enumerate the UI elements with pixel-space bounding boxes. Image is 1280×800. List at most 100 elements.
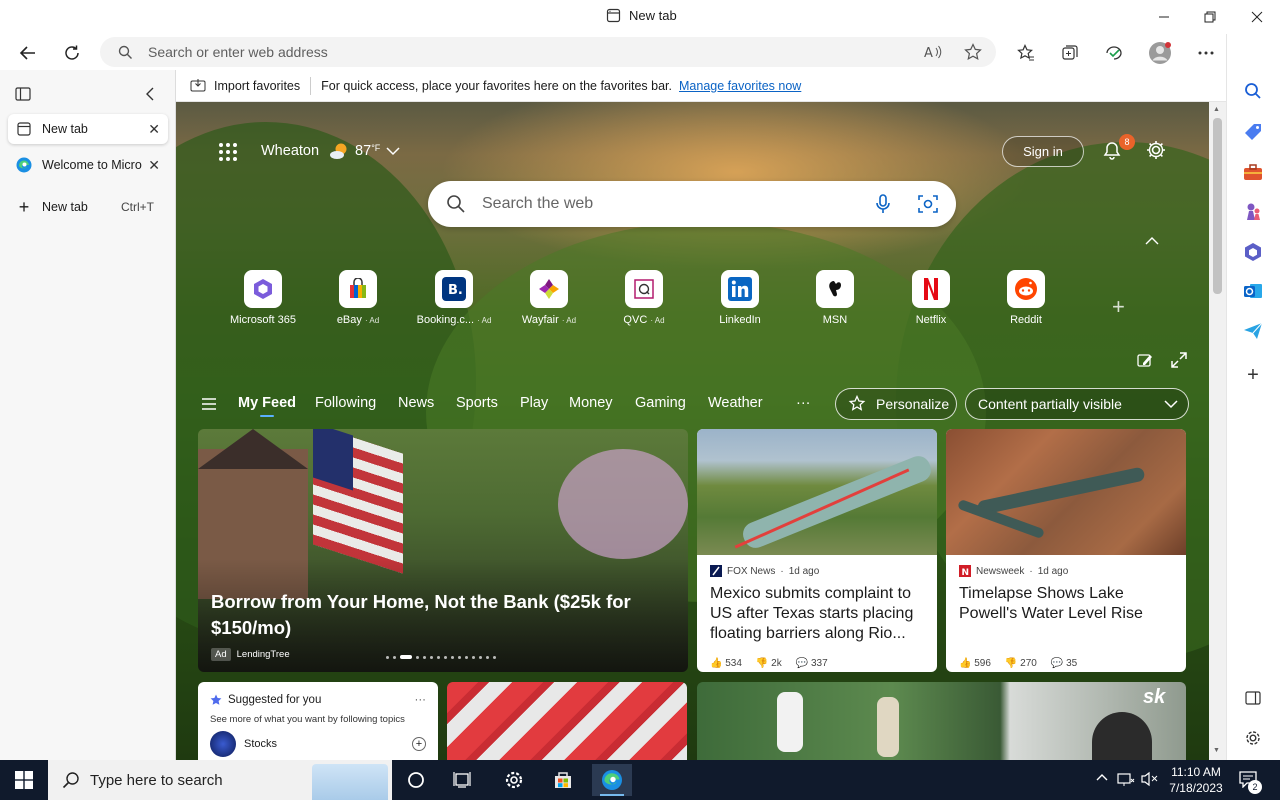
feed-menu-icon[interactable] [202, 398, 216, 410]
microphone-icon[interactable] [876, 194, 890, 214]
more-options-icon[interactable]: ··· [415, 694, 427, 706]
close-tab-icon[interactable]: ✕ [148, 157, 160, 174]
minimize-button[interactable] [1150, 6, 1178, 28]
comments-button[interactable]: 💬 337 [796, 658, 828, 669]
sidebar-settings-gear-icon[interactable] [1239, 724, 1267, 752]
scroll-down-arrow-icon[interactable]: ▼ [1213, 747, 1220, 754]
new-tab-button[interactable]: + New tab Ctrl+T [8, 192, 168, 222]
personalize-button[interactable]: Personalize [835, 388, 957, 420]
tab-page-icon [606, 8, 621, 23]
microsoft-365-sidebar-icon[interactable] [1239, 238, 1267, 266]
show-hidden-icons-chevron[interactable] [1096, 773, 1108, 781]
import-favorites-button[interactable]: Import favorites [190, 78, 300, 93]
money-image-card[interactable] [447, 682, 687, 760]
manage-favorites-link[interactable]: Manage favorites now [679, 79, 801, 93]
taskbar-search-box[interactable]: Type here to search [48, 760, 392, 800]
add-shortcut-plus-icon[interactable]: + [1112, 294, 1125, 320]
edge-taskbar-icon[interactable] [592, 764, 632, 796]
tab-new-tab[interactable]: New tab ✕ [8, 114, 168, 144]
news-card[interactable]: FOX News · 1d ago Mexico submits complaint… [697, 429, 937, 672]
taskbar-clock[interactable]: 11:10 AM 7/18/2023 [1164, 764, 1228, 796]
send-drop-icon[interactable] [1239, 317, 1267, 345]
topic-row[interactable]: Stocks + [198, 725, 438, 757]
tab-welcome[interactable]: Welcome to Micro ✕ [8, 150, 168, 180]
task-view-icon[interactable] [443, 764, 483, 796]
shortcut-booking[interactable]: B. Booking.c... · Ad [408, 270, 500, 326]
shortcut-ad-tag: · Ad [477, 316, 492, 325]
tools-briefcase-icon[interactable] [1239, 158, 1267, 186]
follow-topic-plus-icon[interactable]: + [412, 737, 426, 751]
feed-tab-gaming[interactable]: Gaming [635, 395, 686, 411]
shortcut-qvc[interactable]: QVC · Ad [598, 270, 690, 326]
maximize-button[interactable] [1196, 6, 1224, 28]
shortcut-ebay[interactable]: eBay · Ad [312, 270, 404, 326]
edit-background-icon[interactable] [1137, 352, 1153, 368]
dislike-button[interactable]: 👎 270 [1005, 658, 1037, 669]
visual-search-icon[interactable] [918, 194, 938, 214]
favorite-star-icon[interactable] [964, 43, 982, 61]
profile-avatar[interactable] [1145, 38, 1175, 68]
carousel-dots[interactable] [386, 655, 496, 659]
feed-tab-news[interactable]: News [398, 395, 434, 411]
add-sidebar-app-plus-icon[interactable]: + [1239, 361, 1267, 389]
feed-tab-sports[interactable]: Sports [456, 395, 498, 411]
shopping-tag-icon[interactable] [1239, 118, 1267, 146]
feed-tab-weather[interactable]: Weather [708, 395, 763, 411]
news-source: FOX News [727, 565, 776, 577]
feed-tab-play[interactable]: Play [520, 395, 548, 411]
collections-button[interactable] [1055, 38, 1085, 68]
news-card[interactable]: N Newsweek · 1d ago Timelapse Shows Lake Po… [946, 429, 1186, 672]
collapse-pane-button[interactable] [145, 87, 155, 101]
page-scrollbar[interactable]: ▲ ▼ [1209, 102, 1226, 760]
outlook-icon[interactable] [1239, 277, 1267, 305]
shortcut-wayfair[interactable]: Wayfair · Ad [503, 270, 595, 326]
read-aloud-icon[interactable]: A [924, 44, 942, 60]
close-window-button[interactable] [1243, 6, 1271, 28]
feed-tab-my-feed[interactable]: My Feed [238, 395, 296, 417]
suggested-for-you-card[interactable]: Suggested for you ··· See more of what y… [198, 682, 438, 760]
shortcut-microsoft-365[interactable]: Microsoft 365 [217, 270, 309, 326]
shortcut-msn[interactable]: MSN [789, 270, 881, 326]
network-icon[interactable] [1117, 771, 1135, 787]
settings-app-icon[interactable] [494, 764, 534, 796]
games-chess-icon[interactable] [1239, 198, 1267, 226]
like-button[interactable]: 👍 534 [710, 658, 742, 669]
feed-tab-following[interactable]: Following [315, 395, 376, 411]
sports-video-card[interactable]: sk [697, 682, 1186, 760]
weather-widget[interactable]: Wheaton 87 °F [261, 142, 400, 160]
refresh-button[interactable] [57, 38, 87, 68]
feed-tab-money[interactable]: Money [569, 395, 613, 411]
shortcut-netflix[interactable]: Netflix [885, 270, 977, 326]
like-button[interactable]: 👍 596 [959, 658, 991, 669]
dislike-button[interactable]: 👎 2k [756, 658, 782, 669]
sign-in-button[interactable]: Sign in [1002, 136, 1084, 167]
hero-ad-card[interactable]: Borrow from Your Home, Not the Bank ($25… [198, 429, 688, 672]
page-settings-gear-icon[interactable] [1145, 139, 1167, 161]
content-visibility-dropdown[interactable]: Content partially visible [965, 388, 1189, 420]
settings-more-button[interactable] [1191, 38, 1221, 68]
windows-start-button[interactable] [4, 764, 44, 796]
address-bar[interactable]: Search or enter web address A [100, 37, 996, 67]
web-search-box[interactable]: Search the web [428, 181, 956, 227]
tab-actions-icon[interactable] [15, 87, 31, 101]
shortcut-reddit[interactable]: Reddit [980, 270, 1072, 326]
clock-time: 11:10 AM [1171, 765, 1221, 779]
volume-muted-icon[interactable] [1141, 771, 1159, 787]
sidebar-search-icon[interactable] [1239, 77, 1267, 105]
close-tab-icon[interactable]: ✕ [148, 121, 160, 138]
shortcut-linkedin[interactable]: LinkedIn [694, 270, 786, 326]
scroll-up-arrow-icon[interactable]: ▲ [1213, 106, 1220, 113]
microsoft-store-icon[interactable] [543, 764, 583, 796]
hide-sidebar-icon[interactable] [1239, 684, 1267, 712]
favorites-button[interactable] [1011, 38, 1041, 68]
expand-icon[interactable] [1171, 352, 1187, 368]
cortana-icon[interactable] [396, 764, 436, 796]
feed-more-button[interactable]: ··· [796, 395, 811, 411]
collapse-chevron-up-icon[interactable] [1145, 236, 1159, 245]
windows-taskbar: Type here to search 11:10 AM 7/18/2023 2 [0, 760, 1280, 800]
back-button[interactable] [13, 38, 43, 68]
apps-launcher-icon[interactable] [218, 142, 238, 162]
browser-essentials-button[interactable] [1099, 38, 1129, 68]
comments-button[interactable]: 💬 35 [1051, 658, 1077, 669]
scrollbar-thumb[interactable] [1213, 118, 1222, 294]
